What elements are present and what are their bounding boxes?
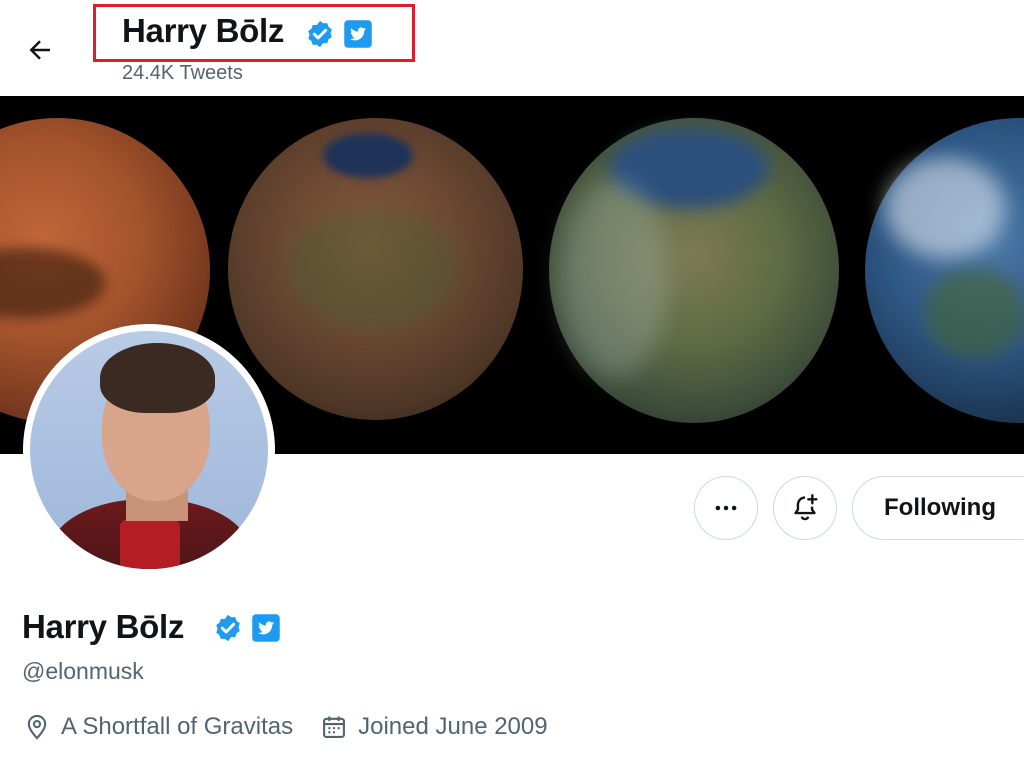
profile-handle: @elonmusk	[22, 658, 144, 684]
profile-joined: Joined June 2009	[319, 712, 548, 742]
twitter-bird-icon	[252, 614, 280, 642]
profile-display-name: Harry Bōlz	[22, 608, 185, 645]
red-highlight-box	[93, 4, 415, 62]
following-button[interactable]: Following	[852, 476, 1024, 540]
planet-terraforming-stage-1-image	[228, 118, 523, 420]
more-options-button[interactable]	[694, 476, 758, 540]
planet-terraforming-stage-2-image	[549, 118, 839, 423]
verified-badge-icon	[216, 614, 240, 642]
profile-header: Harry Bōlz 24.4K Tweets	[0, 0, 1024, 96]
tweet-count: 24.4K Tweets	[122, 62, 243, 84]
more-options-icon	[715, 505, 737, 511]
avatar-photo	[30, 331, 268, 569]
planet-terraformed-image	[865, 118, 1024, 423]
notification-bell-plus-icon	[794, 494, 818, 521]
location-pin-icon	[22, 712, 52, 742]
profile-badges	[213, 613, 281, 643]
notifications-button[interactable]	[773, 476, 837, 540]
arrow-left-icon	[29, 40, 50, 60]
profile-meta: A Shortfall of Gravitas Joined June 2009	[22, 712, 574, 742]
calendar-icon	[319, 712, 349, 742]
location-text: A Shortfall of Gravitas	[61, 713, 294, 740]
back-button[interactable]	[20, 30, 60, 70]
profile-location: A Shortfall of Gravitas	[22, 712, 293, 742]
joined-text: Joined June 2009	[358, 713, 548, 740]
avatar-hair	[100, 343, 215, 413]
profile-avatar[interactable]	[23, 324, 275, 576]
